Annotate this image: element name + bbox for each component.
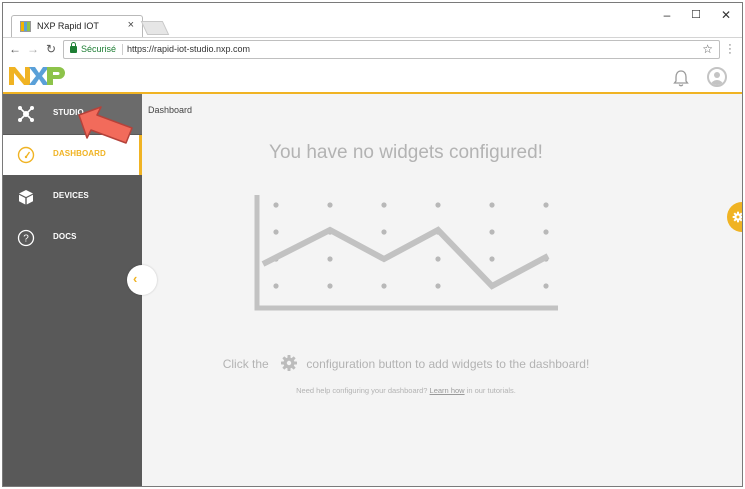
new-tab-button[interactable] bbox=[140, 21, 170, 35]
help-text-before: Need help configuring your dashboard? bbox=[296, 386, 428, 395]
sidebar-collapse-button[interactable]: ‹ bbox=[127, 265, 157, 295]
settings-gear-icon bbox=[732, 211, 742, 223]
browser-titlebar: NXP Rapid IOT × – ☐ ✕ bbox=[3, 3, 742, 37]
hint-text-before: Click the bbox=[222, 357, 269, 371]
network-icon bbox=[18, 106, 34, 122]
user-avatar-icon[interactable] bbox=[707, 67, 727, 87]
configuration-button[interactable] bbox=[727, 202, 742, 232]
sidebar-item-docs[interactable]: ? DOCS bbox=[3, 218, 142, 258]
forward-arrow-icon[interactable]: → bbox=[26, 42, 40, 56]
browser-tab[interactable]: NXP Rapid IOT × bbox=[11, 15, 143, 37]
chevron-left-icon: ‹ bbox=[133, 271, 138, 286]
cube-icon bbox=[19, 190, 33, 205]
gauge-icon bbox=[17, 146, 35, 164]
breadcrumb[interactable]: Dashboard bbox=[148, 105, 192, 115]
security-label: Sécurisé bbox=[81, 44, 117, 54]
empty-state-title: You have no widgets configured! bbox=[269, 142, 543, 163]
url-divider bbox=[122, 44, 123, 55]
sidebar: STUDIO DASHBOARD DEVICES ? DOCS bbox=[3, 94, 142, 486]
nxp-logo[interactable] bbox=[9, 65, 65, 87]
sidebar-item-label: DOCS bbox=[53, 232, 77, 241]
url-text[interactable]: https://rapid-iot-studio.nxp.com bbox=[127, 44, 250, 54]
close-window-button[interactable]: ✕ bbox=[717, 8, 735, 22]
help-text: Need help configuring your dashboard? Le… bbox=[142, 386, 670, 395]
browser-window: NXP Rapid IOT × – ☐ ✕ ← → ↻ Sécurisé htt… bbox=[2, 2, 743, 487]
maximize-button[interactable]: ☐ bbox=[687, 8, 705, 21]
svg-text:?: ? bbox=[23, 234, 29, 245]
browser-toolbar: ← → ↻ Sécurisé https://rapid-iot-studio.… bbox=[3, 37, 742, 61]
gear-icon bbox=[281, 355, 298, 371]
dashboard-main: Dashboard You have no widgets configured… bbox=[142, 94, 742, 486]
learn-how-link[interactable]: Learn how bbox=[430, 386, 465, 395]
empty-chart-illustration bbox=[254, 195, 558, 311]
tab-close-icon[interactable]: × bbox=[128, 19, 134, 31]
notification-bell-icon[interactable] bbox=[671, 68, 691, 88]
back-arrow-icon[interactable]: ← bbox=[8, 42, 22, 56]
nxp-favicon-icon bbox=[20, 21, 31, 32]
sidebar-item-devices[interactable]: DEVICES bbox=[3, 177, 142, 217]
sidebar-item-label: DEVICES bbox=[53, 191, 89, 200]
hint-text-after: configuration button to add widgets to t… bbox=[306, 357, 590, 371]
reload-icon[interactable]: ↻ bbox=[44, 42, 58, 56]
tab-title: NXP Rapid IOT bbox=[37, 21, 99, 31]
minimize-button[interactable]: – bbox=[658, 8, 676, 22]
help-text-after: in our tutorials. bbox=[466, 386, 516, 395]
help-circle-icon: ? bbox=[17, 229, 35, 247]
address-bar[interactable]: Sécurisé https://rapid-iot-studio.nxp.co… bbox=[63, 40, 720, 59]
browser-menu-icon[interactable]: · · · bbox=[725, 40, 735, 59]
chart-axes bbox=[254, 195, 558, 311]
chart-line bbox=[261, 226, 550, 290]
bookmark-star-icon[interactable]: ☆ bbox=[702, 42, 713, 56]
annotation-pointer-arrow bbox=[78, 106, 133, 144]
lock-icon bbox=[70, 42, 77, 53]
app-header bbox=[3, 61, 742, 94]
configuration-hint: Click the configuration button to add wi… bbox=[142, 354, 670, 372]
sidebar-item-label: DASHBOARD bbox=[53, 149, 106, 158]
